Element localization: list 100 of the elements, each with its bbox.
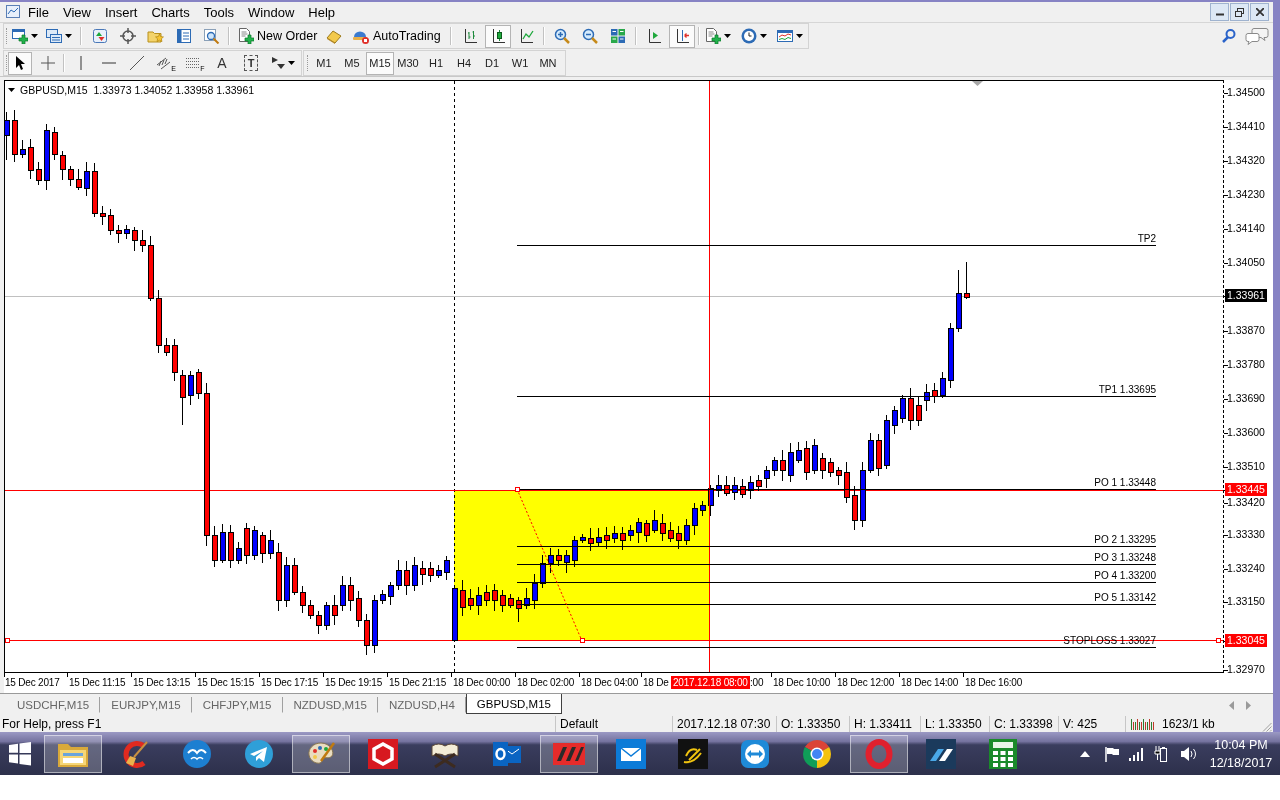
time-label: 15 Dec 2017 (5, 676, 60, 689)
time-label: 18 De (643, 676, 669, 689)
time-label: 15 Dec 11:15 (69, 676, 126, 689)
time-label: 18 Dec 14:00 (901, 676, 959, 689)
magnifier-window-icon (203, 28, 221, 44)
timeframe-button[interactable]: M5 (338, 51, 366, 75)
line-chart-icon (518, 28, 534, 44)
text-button[interactable]: A (210, 51, 234, 75)
folder-star-icon (147, 28, 165, 44)
candlestick-icon (490, 28, 506, 44)
horizontal-line-icon (102, 61, 116, 65)
tilted-tile-icon (326, 28, 342, 44)
cursor-button[interactable] (8, 51, 32, 75)
minimize-button[interactable] (1210, 3, 1229, 21)
price-label: 1.34230 (1226, 188, 1266, 201)
price-label: 1.34320 (1226, 154, 1266, 167)
price-label: 1.34140 (1226, 222, 1266, 235)
chat-button[interactable] (1245, 27, 1269, 45)
slashes-icon (926, 738, 956, 769)
caret-icon (65, 34, 72, 38)
stacked-windows-icon (46, 28, 62, 44)
chart-tab[interactable]: EURJPY,M15 (100, 697, 192, 713)
timeframe-button[interactable]: M30 (394, 51, 422, 75)
list-window-icon (176, 28, 192, 44)
timeframe-button[interactable]: H1 (422, 51, 450, 75)
level-label: TP2 (1137, 233, 1156, 245)
menu-item[interactable]: Tools (196, 2, 242, 22)
chart-title: GBPUSD,M15 1.33973 1.34052 1.33958 1.33961 (20, 84, 255, 96)
chart-window-icon (777, 28, 793, 44)
chart-shift-button[interactable] (669, 24, 695, 48)
search-button[interactable] (1221, 28, 1237, 44)
window-plus-icon (12, 28, 28, 44)
text-label-button[interactable]: T (244, 55, 258, 71)
price-label: 1.33045 (1225, 634, 1267, 647)
chart-tab[interactable]: CHFJPY,M15 (191, 697, 283, 713)
time-label: 18 Dec 00:00 (453, 676, 511, 689)
crosshair-circle-icon (120, 28, 136, 44)
restore-button[interactable] (1230, 3, 1249, 21)
envelope-icon (616, 738, 646, 769)
price-label: 1.33690 (1226, 392, 1266, 405)
level-label: PO 4 1.33200 (1094, 570, 1156, 582)
signal-bars-icon[interactable] (1128, 746, 1144, 761)
time-label: 15 Dec 21:15 (389, 676, 447, 689)
ring-icon (864, 738, 894, 769)
time-label: 18 Dec 12:00 (837, 676, 895, 689)
battery-plug-icon[interactable] (1154, 744, 1168, 763)
document-plus-icon (705, 28, 721, 44)
resize-grip-icon[interactable] (1262, 722, 1272, 732)
level-label: TP1 1.33695 (1098, 384, 1156, 396)
diagonal-line-icon (130, 56, 144, 70)
menu-item[interactable]: Window (241, 2, 302, 22)
chart-document-icon (5, 4, 21, 20)
price-label: 1.33240 (1226, 562, 1266, 575)
window-panes-icon (8, 741, 32, 766)
dotted-lines-icon (185, 55, 202, 71)
swoosh-logo-icon (678, 738, 708, 769)
time-label: 15 Dec 13:15 (133, 676, 191, 689)
search-icon (1221, 28, 1237, 44)
time-label: :00 (750, 676, 764, 689)
timeframe-button[interactable]: M1 (310, 51, 338, 75)
timeframe-button[interactable]: M15 (366, 51, 394, 75)
close-button[interactable] (1250, 3, 1269, 21)
flag-icon[interactable] (1104, 745, 1120, 762)
hatched-channel-icon (156, 55, 173, 71)
price-label: 1.33510 (1226, 460, 1266, 473)
chart-tab[interactable]: NZDUSD,M15 (282, 697, 378, 713)
timeframe-button[interactable]: D1 (478, 51, 506, 75)
axis-arrow-icon (674, 28, 690, 44)
caret-icon (288, 61, 295, 65)
price-label: 1.34500 (1226, 86, 1266, 99)
chart-tab[interactable]: NZDUSD,H4 (378, 697, 466, 713)
taskbar-app-button[interactable] (44, 734, 102, 773)
candlestick-button[interactable] (485, 24, 511, 48)
status-text: For Help, press F1 (1, 716, 103, 732)
menu-item[interactable]: File (21, 2, 56, 22)
caret-up-icon[interactable] (1080, 750, 1090, 757)
clock[interactable]: 10:04 PM 12/18/2017 (1210, 735, 1272, 772)
speaker-icon[interactable] (1180, 745, 1198, 762)
taskbar-app-button[interactable] (540, 734, 598, 773)
traffic-bars-icon (1130, 718, 1156, 730)
arrow-marks-icon (271, 56, 285, 70)
speech-bubbles-icon (1245, 27, 1269, 45)
menu-item[interactable]: Help (301, 2, 343, 22)
zoom-out-icon (582, 28, 598, 44)
price-label: 1.33150 (1226, 595, 1266, 608)
timeframe-button[interactable]: MN (534, 51, 562, 75)
menu-item[interactable]: Insert (97, 2, 145, 22)
timeframe-button[interactable]: W1 (506, 51, 534, 75)
zoom-in-icon (554, 28, 570, 44)
level-label: PO 2 1.33295 (1094, 534, 1156, 546)
timeframe-button[interactable]: H4 (450, 51, 478, 75)
waves-circle-icon (182, 738, 212, 769)
price-label: 1.33330 (1226, 528, 1266, 541)
chart-tab[interactable]: USDCHF,M15 (6, 697, 101, 713)
menu-item[interactable]: View (55, 2, 98, 22)
chart-tab[interactable]: GBPUSD,M15 (465, 694, 562, 714)
autotrading-button[interactable]: AutoTrading (347, 24, 445, 48)
new-order-button[interactable]: New Order (233, 24, 321, 48)
caret-icon (8, 88, 15, 92)
menu-item[interactable]: Charts (144, 2, 197, 22)
